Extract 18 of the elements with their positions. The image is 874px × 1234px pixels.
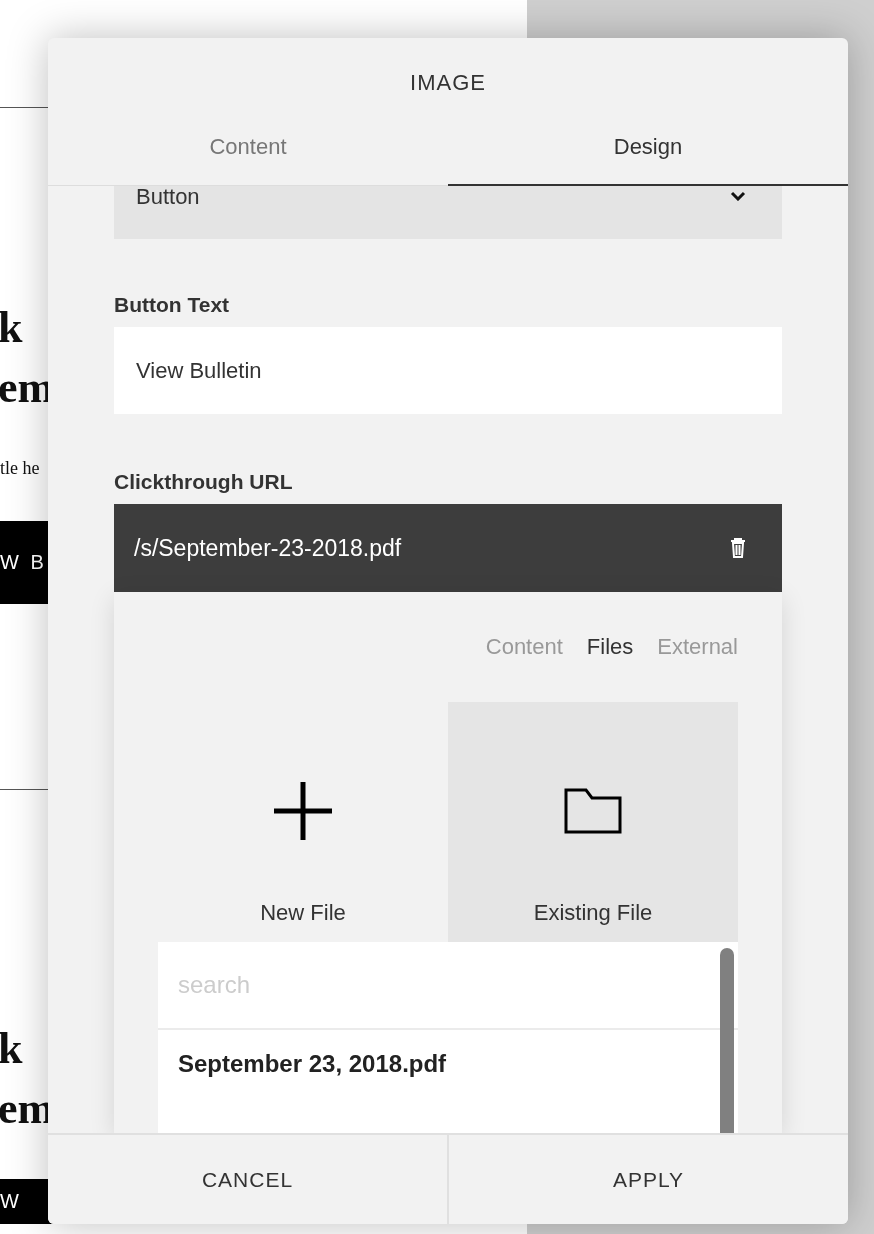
text-field[interactable]: View Bulletin [114, 327, 782, 414]
scrollbar[interactable] [720, 948, 734, 1133]
source-tile[interactable]: Existing File [448, 702, 738, 942]
page-button[interactable]: W B [0, 521, 48, 604]
field-label: Clickthrough URL [114, 470, 294, 495]
style-dropdown[interactable]: Button [114, 186, 782, 239]
folder-icon [564, 788, 622, 834]
file-item[interactable]: September 23, 2018.pdf [158, 1030, 738, 1098]
url-text: /s/September-23-2018.pdf [134, 534, 402, 562]
footer-button[interactable]: CANCEL [48, 1135, 447, 1224]
dialog-title: IMAGE [409, 69, 487, 97]
footer-button[interactable]: APPLY [447, 1135, 848, 1224]
tab[interactable]: Files [586, 634, 634, 660]
field-label: Button Text [114, 293, 231, 318]
page-text: tle he [0, 458, 40, 479]
chevron-down-icon [730, 191, 746, 201]
trash-icon[interactable] [730, 538, 746, 558]
plus-icon [274, 782, 332, 840]
